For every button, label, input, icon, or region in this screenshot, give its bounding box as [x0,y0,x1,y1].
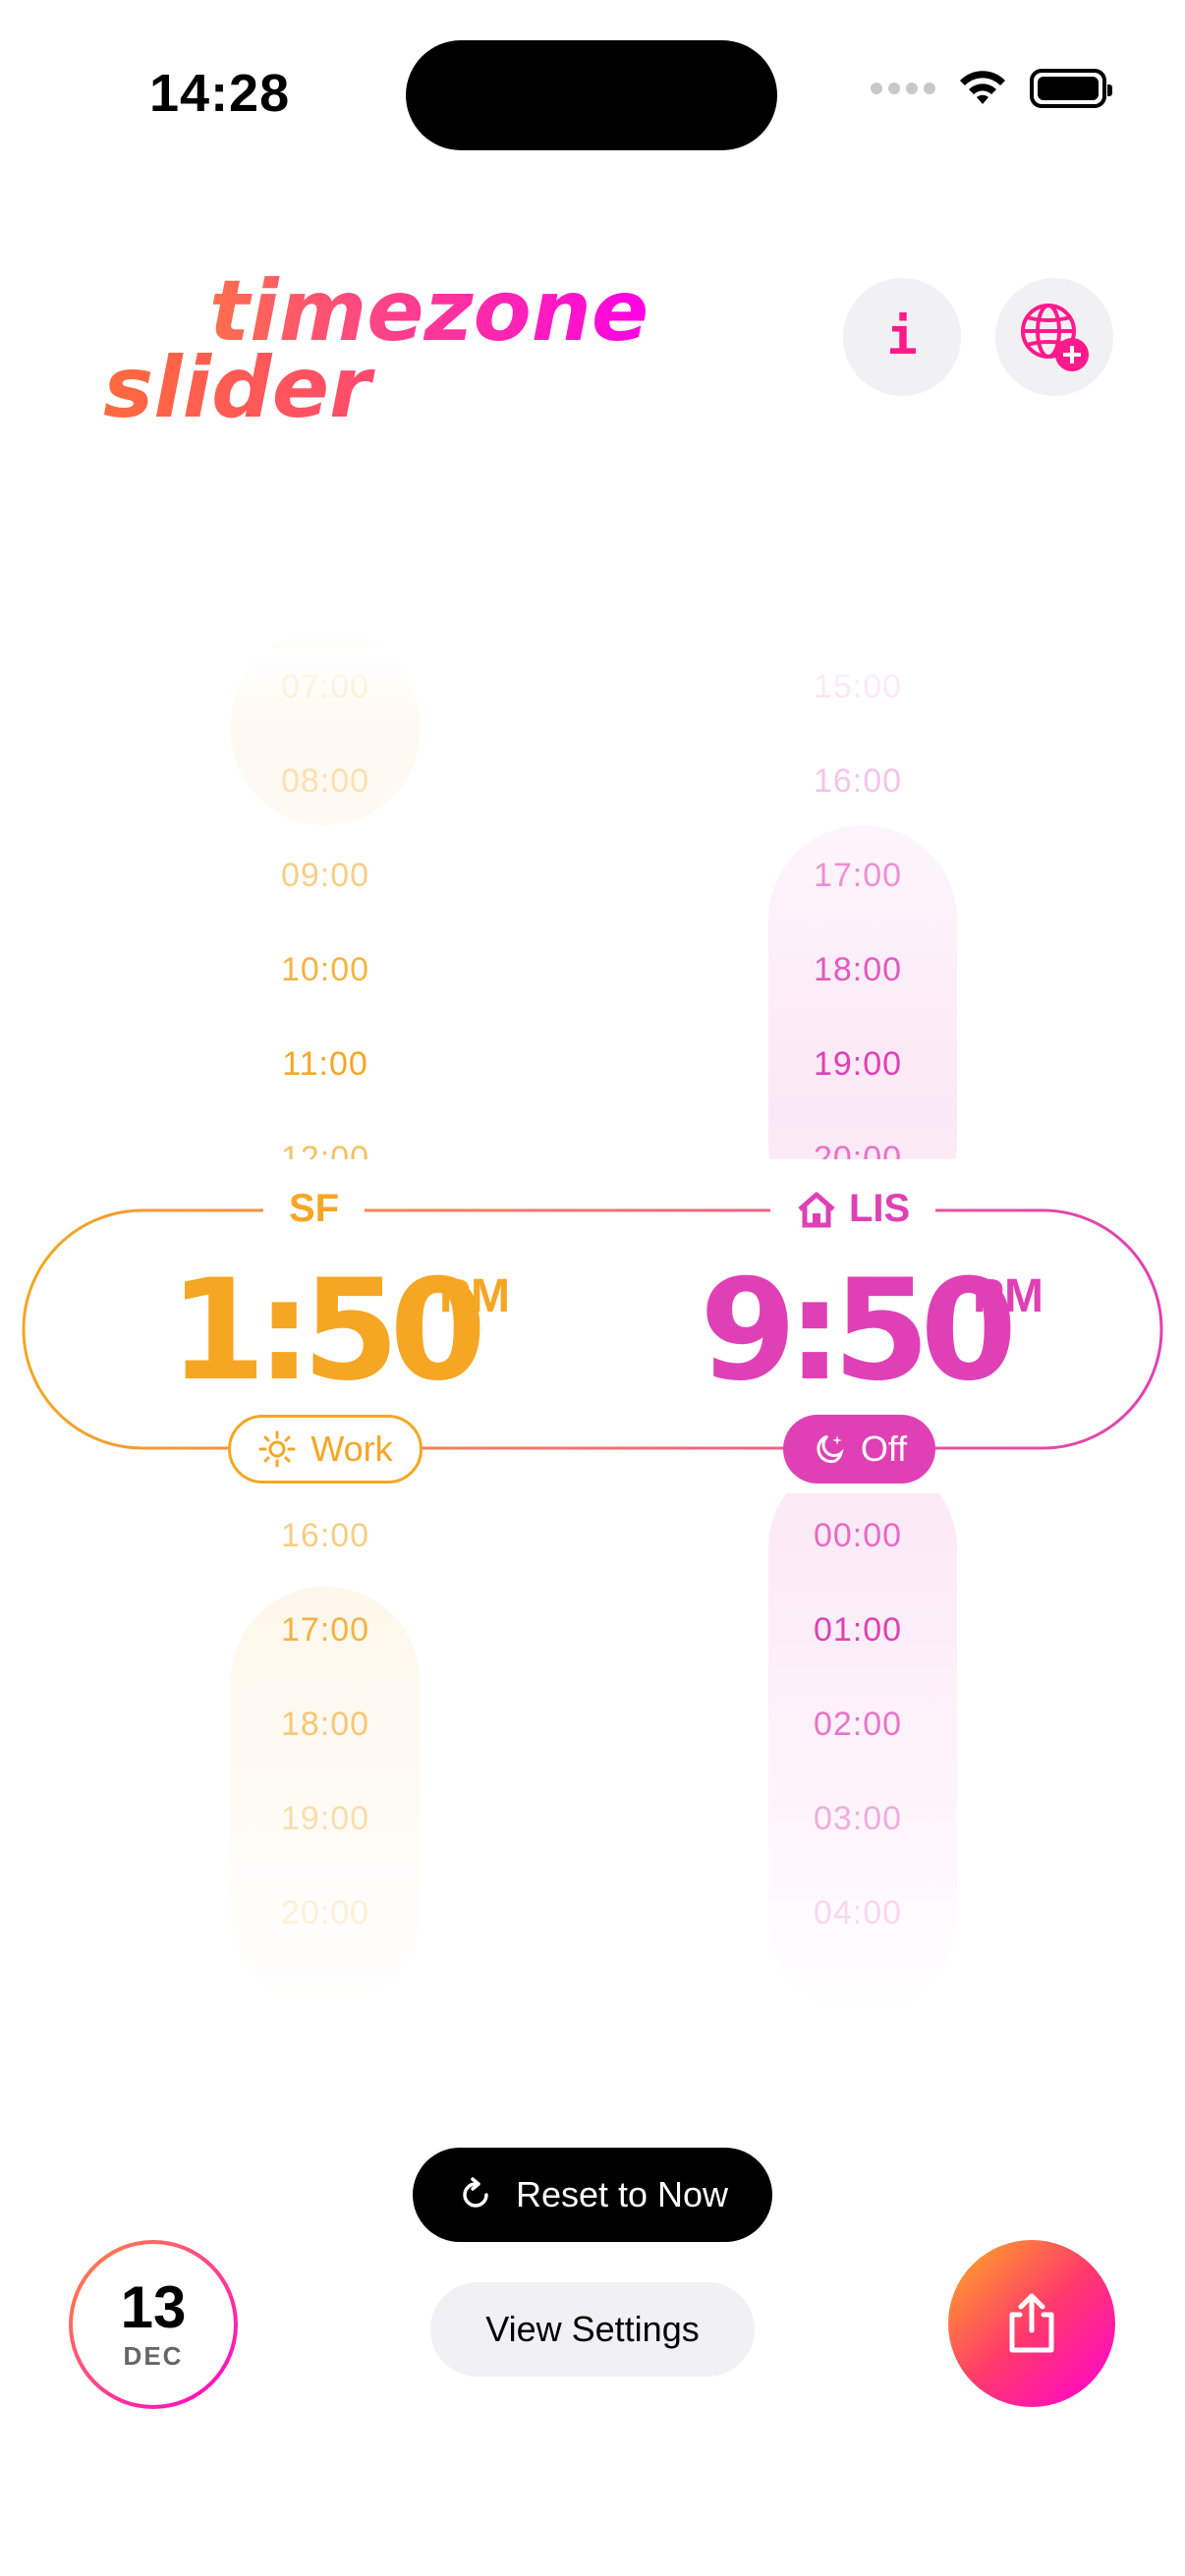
lis-hour[interactable]: 02:00 [760,1706,956,1744]
lis-city-code: LIS [849,1187,911,1230]
sf-hour[interactable]: 17:00 [227,1611,423,1650]
reset-icon [463,2177,488,2208]
logo-line2: slider [103,346,649,430]
sf-hour[interactable]: 19:00 [227,1800,423,1838]
sf-ampm: PM [439,1270,510,1322]
sf-status-pill[interactable]: Work [228,1415,423,1484]
info-icon: i [886,308,918,366]
status-time: 14:28 [149,64,291,123]
lis-hour[interactable]: 18:00 [760,951,956,989]
cellular-signal-icon [871,83,935,94]
lis-hour[interactable]: 01:00 [760,1611,956,1650]
sun-icon [258,1430,296,1468]
sf-hour[interactable]: 18:00 [227,1706,423,1744]
share-icon [1009,2293,1054,2353]
add-timezone-button[interactable] [995,278,1113,396]
lis-status-label: Off [860,1428,908,1469]
sf-hour[interactable]: 08:00 [227,762,423,801]
sf-hour[interactable]: 10:00 [227,951,423,989]
sf-current-time: 1:50 [169,1250,486,1412]
moon-icon [817,1434,844,1464]
settings-label: View Settings [485,2309,700,2349]
lis-current-time: 9:50 [700,1250,1017,1412]
lis-city-label[interactable]: LIS [770,1187,936,1231]
info-button[interactable]: i [843,278,961,396]
globe-add-icon [1021,304,1089,371]
sf-city-code: SF [289,1187,340,1230]
sf-hour[interactable]: 11:00 [227,1045,423,1084]
date-month: DEC [123,2340,184,2371]
lis-hour[interactable]: 17:00 [760,857,956,895]
fade-top [0,648,1185,688]
date-picker-button[interactable]: 13 DEC [69,2240,238,2409]
app-logo: timezone slider [103,269,649,430]
house-icon [798,1192,835,1227]
sf-hour[interactable]: 09:00 [227,857,423,895]
sf-hour[interactable]: 16:00 [227,1517,423,1555]
status-icons [871,69,1112,108]
reset-to-now-button[interactable]: Reset to Now [413,2148,772,2242]
lis-status-pill[interactable]: Off [783,1415,935,1484]
lis-hour[interactable]: 16:00 [760,762,956,801]
wifi-icon [960,71,1005,104]
sf-work-highlight-bottom [231,1587,420,2009]
lis-hour[interactable]: 04:00 [760,1894,956,1932]
lis-ampm: PM [973,1270,1044,1322]
sf-hour[interactable]: 20:00 [227,1894,423,1932]
lis-hour[interactable]: 00:00 [760,1517,956,1555]
view-settings-button[interactable]: View Settings [430,2282,755,2377]
date-day: 13 [120,2273,187,2340]
fade-bottom [0,1975,1185,2034]
dynamic-island [406,40,777,150]
battery-icon [1030,69,1112,108]
lis-hour[interactable]: 19:00 [760,1045,956,1084]
sf-city-label[interactable]: SF [263,1187,366,1231]
sf-status-label: Work [310,1428,393,1469]
reset-label: Reset to Now [515,2174,729,2214]
share-button[interactable] [948,2240,1115,2407]
lis-hour[interactable]: 03:00 [760,1800,956,1838]
